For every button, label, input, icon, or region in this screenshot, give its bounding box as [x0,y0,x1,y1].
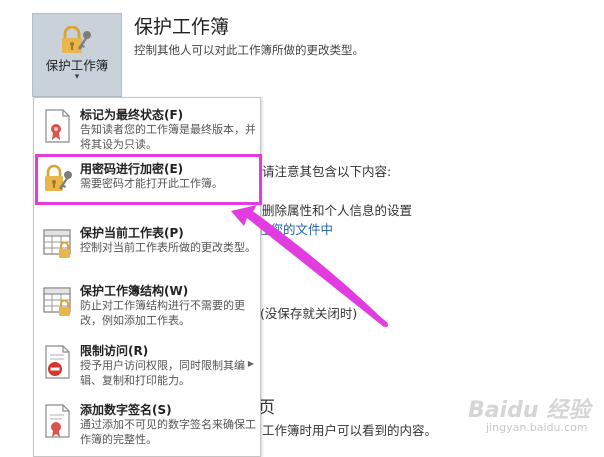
watermark-logo: Baidu 经验 [468,398,591,423]
watermark-url: jingyan.baidu.com [486,421,588,434]
annotation-arrow [231,205,388,327]
